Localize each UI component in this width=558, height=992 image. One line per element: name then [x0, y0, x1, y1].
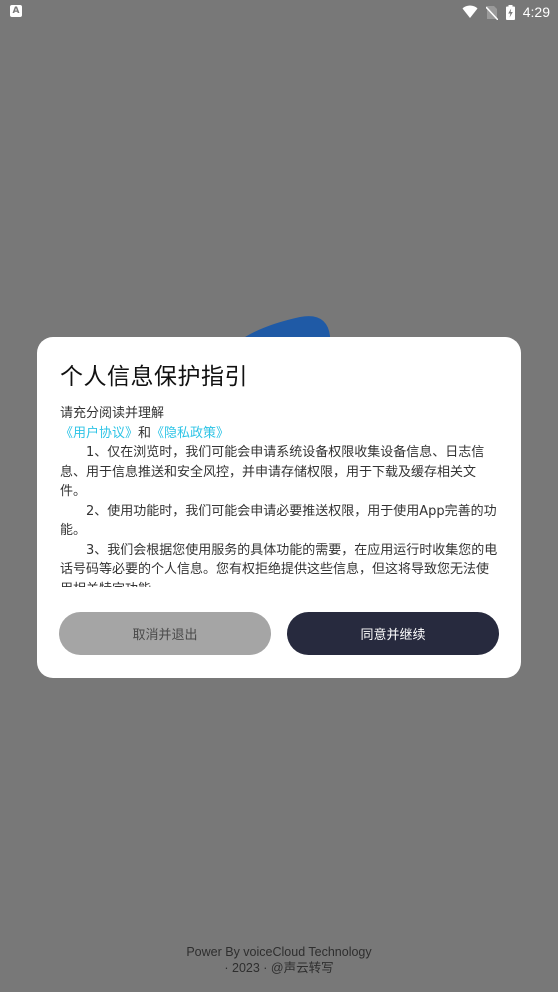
privacy-dialog: 个人信息保护指引 请充分阅读并理解 《用户协议》和《隐私政策》 1、仅在浏览时，… — [37, 337, 521, 678]
footer-powered-by: Power By voiceCloud Technology — [186, 945, 372, 959]
status-bar: A 4:29 — [0, 0, 558, 24]
footer-copyright: · 2023 · @声云转写 — [224, 961, 334, 975]
dialog-paragraph: 2、使用功能时，我们可能会申请必要推送权限，用于使用App完善的功能。 — [60, 503, 497, 539]
dialog-body[interactable]: 请充分阅读并理解 《用户协议》和《隐私政策》 1、仅在浏览时，我们可能会申请系统… — [60, 404, 498, 587]
privacy-policy-link[interactable]: 《隐私政策》 — [151, 426, 229, 441]
dialog-links-line: 《用户协议》和《隐私政策》 — [60, 424, 498, 444]
dialog-title: 个人信息保护指引 — [60, 364, 248, 390]
cancel-exit-button[interactable]: 取消并退出 — [59, 612, 271, 655]
accessibility-notification-icon: A — [10, 5, 22, 17]
dialog-intro: 请充分阅读并理解 — [60, 406, 165, 421]
user-agreement-link[interactable]: 《用户协议》 — [60, 426, 138, 441]
footer: Power By voiceCloud Technology · 2023 · … — [0, 944, 558, 976]
agree-continue-button[interactable]: 同意并继续 — [287, 612, 499, 655]
dialog-paragraph: 1、仅在浏览时，我们可能会申请系统设备权限收集设备信息、日志信息、用于信息推送和… — [60, 445, 485, 499]
wifi-icon — [462, 5, 478, 19]
status-icons: 4:29 — [462, 3, 550, 21]
and-text: 和 — [138, 425, 152, 441]
dialog-paragraph: 3、我们会根据您使用服务的具体功能的需要，在应用运行时收集您的电话号码等必要的个… — [60, 542, 498, 588]
no-sim-icon — [485, 5, 498, 20]
battery-charging-icon — [505, 4, 515, 20]
status-time: 4:29 — [522, 4, 550, 20]
